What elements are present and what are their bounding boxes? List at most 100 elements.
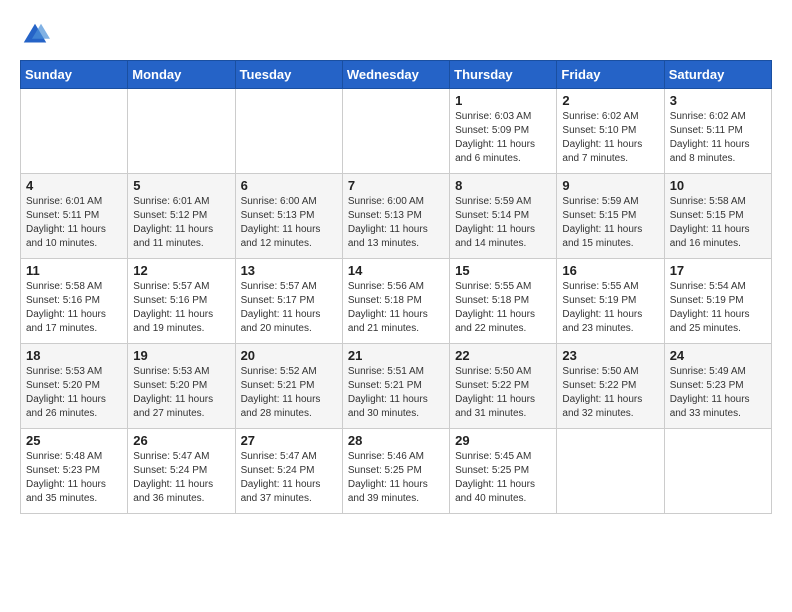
calendar-day-cell (128, 89, 235, 174)
weekday-header: Wednesday (342, 61, 449, 89)
calendar-day-cell: 11 Sunrise: 5:58 AMSunset: 5:16 PMDayligh… (21, 259, 128, 344)
day-info: Sunrise: 5:54 AMSunset: 5:19 PMDaylight:… (670, 280, 766, 336)
weekday-header: Saturday (664, 61, 771, 89)
calendar-day-cell: 27 Sunrise: 5:47 AMSunset: 5:24 PMDayligh… (235, 429, 342, 514)
day-info: Sunrise: 6:01 AMSunset: 5:12 PMDaylight:… (133, 195, 229, 251)
day-number: 6 (241, 178, 337, 193)
day-number: 12 (133, 263, 229, 278)
day-info: Sunrise: 5:49 AMSunset: 5:23 PMDaylight:… (670, 365, 766, 421)
calendar-table: SundayMondayTuesdayWednesdayThursdayFrid… (20, 60, 772, 514)
day-info: Sunrise: 5:59 AMSunset: 5:14 PMDaylight:… (455, 195, 551, 251)
calendar-day-cell: 17 Sunrise: 5:54 AMSunset: 5:19 PMDayligh… (664, 259, 771, 344)
calendar-day-cell: 24 Sunrise: 5:49 AMSunset: 5:23 PMDayligh… (664, 344, 771, 429)
day-number: 22 (455, 348, 551, 363)
day-info: Sunrise: 5:48 AMSunset: 5:23 PMDaylight:… (26, 450, 122, 506)
calendar-day-cell: 18 Sunrise: 5:53 AMSunset: 5:20 PMDayligh… (21, 344, 128, 429)
day-number: 15 (455, 263, 551, 278)
day-info: Sunrise: 5:53 AMSunset: 5:20 PMDaylight:… (133, 365, 229, 421)
day-info: Sunrise: 5:59 AMSunset: 5:15 PMDaylight:… (562, 195, 658, 251)
day-number: 5 (133, 178, 229, 193)
day-info: Sunrise: 5:46 AMSunset: 5:25 PMDaylight:… (348, 450, 444, 506)
calendar-day-cell: 6 Sunrise: 6:00 AMSunset: 5:13 PMDaylight… (235, 174, 342, 259)
calendar-day-cell: 5 Sunrise: 6:01 AMSunset: 5:12 PMDaylight… (128, 174, 235, 259)
calendar-day-cell: 1 Sunrise: 6:03 AMSunset: 5:09 PMDaylight… (450, 89, 557, 174)
day-info: Sunrise: 5:50 AMSunset: 5:22 PMDaylight:… (562, 365, 658, 421)
calendar-day-cell: 9 Sunrise: 5:59 AMSunset: 5:15 PMDaylight… (557, 174, 664, 259)
day-info: Sunrise: 5:50 AMSunset: 5:22 PMDaylight:… (455, 365, 551, 421)
day-number: 24 (670, 348, 766, 363)
calendar-week-row: 4 Sunrise: 6:01 AMSunset: 5:11 PMDaylight… (21, 174, 772, 259)
day-info: Sunrise: 6:01 AMSunset: 5:11 PMDaylight:… (26, 195, 122, 251)
calendar-day-cell: 13 Sunrise: 5:57 AMSunset: 5:17 PMDayligh… (235, 259, 342, 344)
day-number: 28 (348, 433, 444, 448)
day-info: Sunrise: 5:53 AMSunset: 5:20 PMDaylight:… (26, 365, 122, 421)
calendar-day-cell (664, 429, 771, 514)
calendar-day-cell: 3 Sunrise: 6:02 AMSunset: 5:11 PMDaylight… (664, 89, 771, 174)
calendar-header: SundayMondayTuesdayWednesdayThursdayFrid… (21, 61, 772, 89)
weekday-header: Tuesday (235, 61, 342, 89)
weekday-row: SundayMondayTuesdayWednesdayThursdayFrid… (21, 61, 772, 89)
day-info: Sunrise: 5:55 AMSunset: 5:19 PMDaylight:… (562, 280, 658, 336)
day-info: Sunrise: 5:57 AMSunset: 5:16 PMDaylight:… (133, 280, 229, 336)
day-number: 20 (241, 348, 337, 363)
calendar-day-cell: 22 Sunrise: 5:50 AMSunset: 5:22 PMDayligh… (450, 344, 557, 429)
day-info: Sunrise: 5:58 AMSunset: 5:16 PMDaylight:… (26, 280, 122, 336)
day-info: Sunrise: 6:00 AMSunset: 5:13 PMDaylight:… (348, 195, 444, 251)
day-info: Sunrise: 6:03 AMSunset: 5:09 PMDaylight:… (455, 110, 551, 166)
day-number: 8 (455, 178, 551, 193)
day-info: Sunrise: 5:58 AMSunset: 5:15 PMDaylight:… (670, 195, 766, 251)
day-number: 21 (348, 348, 444, 363)
logo-icon (20, 20, 50, 50)
calendar-week-row: 18 Sunrise: 5:53 AMSunset: 5:20 PMDayligh… (21, 344, 772, 429)
day-number: 11 (26, 263, 122, 278)
calendar-week-row: 1 Sunrise: 6:03 AMSunset: 5:09 PMDaylight… (21, 89, 772, 174)
page-header (20, 20, 772, 50)
calendar-day-cell (21, 89, 128, 174)
day-info: Sunrise: 6:02 AMSunset: 5:10 PMDaylight:… (562, 110, 658, 166)
calendar-day-cell: 28 Sunrise: 5:46 AMSunset: 5:25 PMDayligh… (342, 429, 449, 514)
day-number: 9 (562, 178, 658, 193)
day-info: Sunrise: 6:00 AMSunset: 5:13 PMDaylight:… (241, 195, 337, 251)
calendar-day-cell: 20Sunrise: 5:52 AMSunset: 5:21 PMDayligh… (235, 344, 342, 429)
calendar-day-cell: 29 Sunrise: 5:45 AMSunset: 5:25 PMDayligh… (450, 429, 557, 514)
day-number: 2 (562, 93, 658, 108)
calendar-day-cell (235, 89, 342, 174)
day-info: Sunrise: 5:56 AMSunset: 5:18 PMDaylight:… (348, 280, 444, 336)
calendar-day-cell: 14Sunrise: 5:56 AMSunset: 5:18 PMDayligh… (342, 259, 449, 344)
day-number: 4 (26, 178, 122, 193)
day-number: 3 (670, 93, 766, 108)
day-info: Sunrise: 6:02 AMSunset: 5:11 PMDaylight:… (670, 110, 766, 166)
calendar-day-cell: 16 Sunrise: 5:55 AMSunset: 5:19 PMDayligh… (557, 259, 664, 344)
day-info: Sunrise: 5:51 AMSunset: 5:21 PMDaylight:… (348, 365, 444, 421)
day-number: 16 (562, 263, 658, 278)
calendar-day-cell: 8 Sunrise: 5:59 AMSunset: 5:14 PMDaylight… (450, 174, 557, 259)
day-number: 13 (241, 263, 337, 278)
weekday-header: Thursday (450, 61, 557, 89)
calendar-day-cell: 19 Sunrise: 5:53 AMSunset: 5:20 PMDayligh… (128, 344, 235, 429)
weekday-header: Monday (128, 61, 235, 89)
weekday-header: Friday (557, 61, 664, 89)
day-info: Sunrise: 5:55 AMSunset: 5:18 PMDaylight:… (455, 280, 551, 336)
logo (20, 20, 54, 50)
calendar-body: 1 Sunrise: 6:03 AMSunset: 5:09 PMDaylight… (21, 89, 772, 514)
day-info: Sunrise: 5:45 AMSunset: 5:25 PMDaylight:… (455, 450, 551, 506)
day-number: 1 (455, 93, 551, 108)
calendar-day-cell: 23 Sunrise: 5:50 AMSunset: 5:22 PMDayligh… (557, 344, 664, 429)
day-number: 17 (670, 263, 766, 278)
calendar-day-cell: 25 Sunrise: 5:48 AMSunset: 5:23 PMDayligh… (21, 429, 128, 514)
day-info: Sunrise: 5:57 AMSunset: 5:17 PMDaylight:… (241, 280, 337, 336)
day-number: 25 (26, 433, 122, 448)
day-number: 18 (26, 348, 122, 363)
day-number: 19 (133, 348, 229, 363)
day-number: 29 (455, 433, 551, 448)
calendar-day-cell (342, 89, 449, 174)
day-number: 10 (670, 178, 766, 193)
calendar-day-cell: 4 Sunrise: 6:01 AMSunset: 5:11 PMDaylight… (21, 174, 128, 259)
day-number: 7 (348, 178, 444, 193)
day-info: Sunrise: 5:47 AMSunset: 5:24 PMDaylight:… (241, 450, 337, 506)
day-number: 23 (562, 348, 658, 363)
calendar-day-cell: 7 Sunrise: 6:00 AMSunset: 5:13 PMDaylight… (342, 174, 449, 259)
day-number: 27 (241, 433, 337, 448)
calendar-day-cell: 15 Sunrise: 5:55 AMSunset: 5:18 PMDayligh… (450, 259, 557, 344)
calendar-day-cell: 2 Sunrise: 6:02 AMSunset: 5:10 PMDaylight… (557, 89, 664, 174)
